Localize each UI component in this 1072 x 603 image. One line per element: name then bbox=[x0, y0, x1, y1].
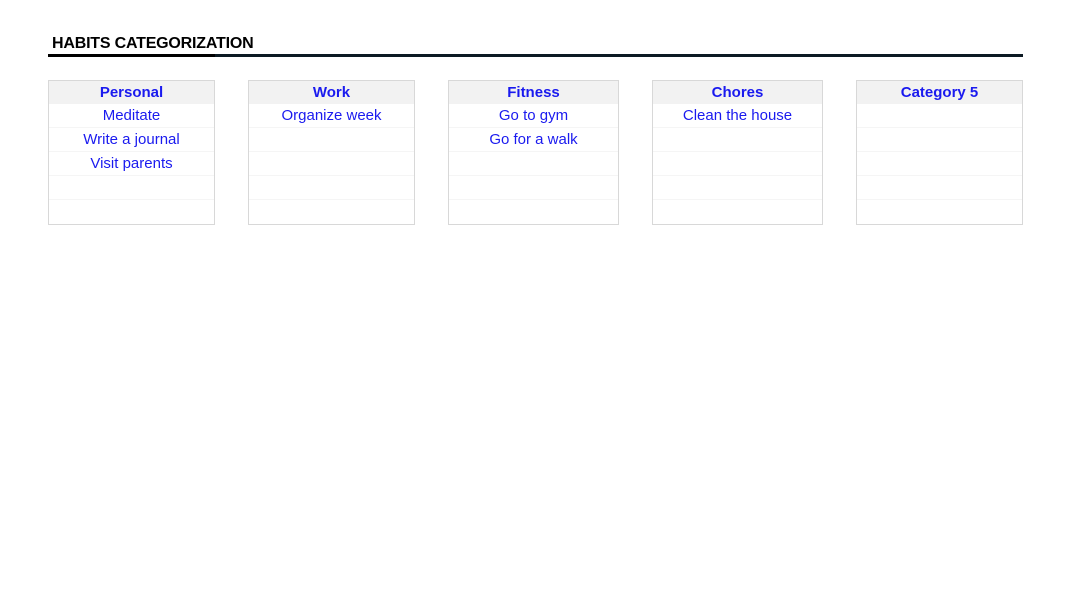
habit-cell[interactable] bbox=[449, 176, 618, 200]
habit-cell[interactable] bbox=[653, 128, 822, 152]
habit-cell[interactable]: Go for a walk bbox=[449, 128, 618, 152]
habit-cell[interactable]: Visit parents bbox=[49, 152, 214, 176]
habit-cell[interactable] bbox=[49, 176, 214, 200]
habit-cell[interactable] bbox=[449, 200, 618, 223]
habit-cell[interactable] bbox=[249, 152, 414, 176]
habit-cell[interactable] bbox=[49, 200, 214, 223]
habit-cell[interactable] bbox=[249, 200, 414, 223]
category-header[interactable]: Work bbox=[249, 81, 414, 104]
habit-cell[interactable]: Go to gym bbox=[449, 104, 618, 128]
habit-cell[interactable] bbox=[857, 104, 1022, 128]
habit-cell[interactable]: Organize week bbox=[249, 104, 414, 128]
title-underline bbox=[48, 54, 1023, 57]
category-card-fitness: Fitness Go to gym Go for a walk bbox=[448, 80, 619, 225]
category-header[interactable]: Personal bbox=[49, 81, 214, 104]
habit-cell[interactable] bbox=[653, 152, 822, 176]
habit-cell[interactable] bbox=[249, 128, 414, 152]
habit-cell[interactable] bbox=[857, 128, 1022, 152]
category-card-5: Category 5 bbox=[856, 80, 1023, 225]
habit-cell[interactable] bbox=[653, 176, 822, 200]
habit-cell[interactable]: Write a journal bbox=[49, 128, 214, 152]
habit-cell[interactable] bbox=[249, 176, 414, 200]
category-card-work: Work Organize week bbox=[248, 80, 415, 225]
category-header[interactable]: Category 5 bbox=[857, 81, 1022, 104]
habit-cell[interactable] bbox=[449, 152, 618, 176]
habit-cell[interactable] bbox=[857, 152, 1022, 176]
habit-cell[interactable] bbox=[857, 200, 1022, 223]
habit-cell[interactable]: Clean the house bbox=[653, 104, 822, 128]
habit-cell[interactable] bbox=[857, 176, 1022, 200]
page-title: HABITS CATEGORIZATION bbox=[52, 35, 254, 52]
category-header[interactable]: Chores bbox=[653, 81, 822, 104]
page-header: HABITS CATEGORIZATION bbox=[48, 34, 1023, 57]
habit-cell[interactable] bbox=[653, 200, 822, 223]
category-card-chores: Chores Clean the house bbox=[652, 80, 823, 225]
category-header[interactable]: Fitness bbox=[449, 81, 618, 104]
category-card-personal: Personal Meditate Write a journal Visit … bbox=[48, 80, 215, 225]
habit-cell[interactable]: Meditate bbox=[49, 104, 214, 128]
